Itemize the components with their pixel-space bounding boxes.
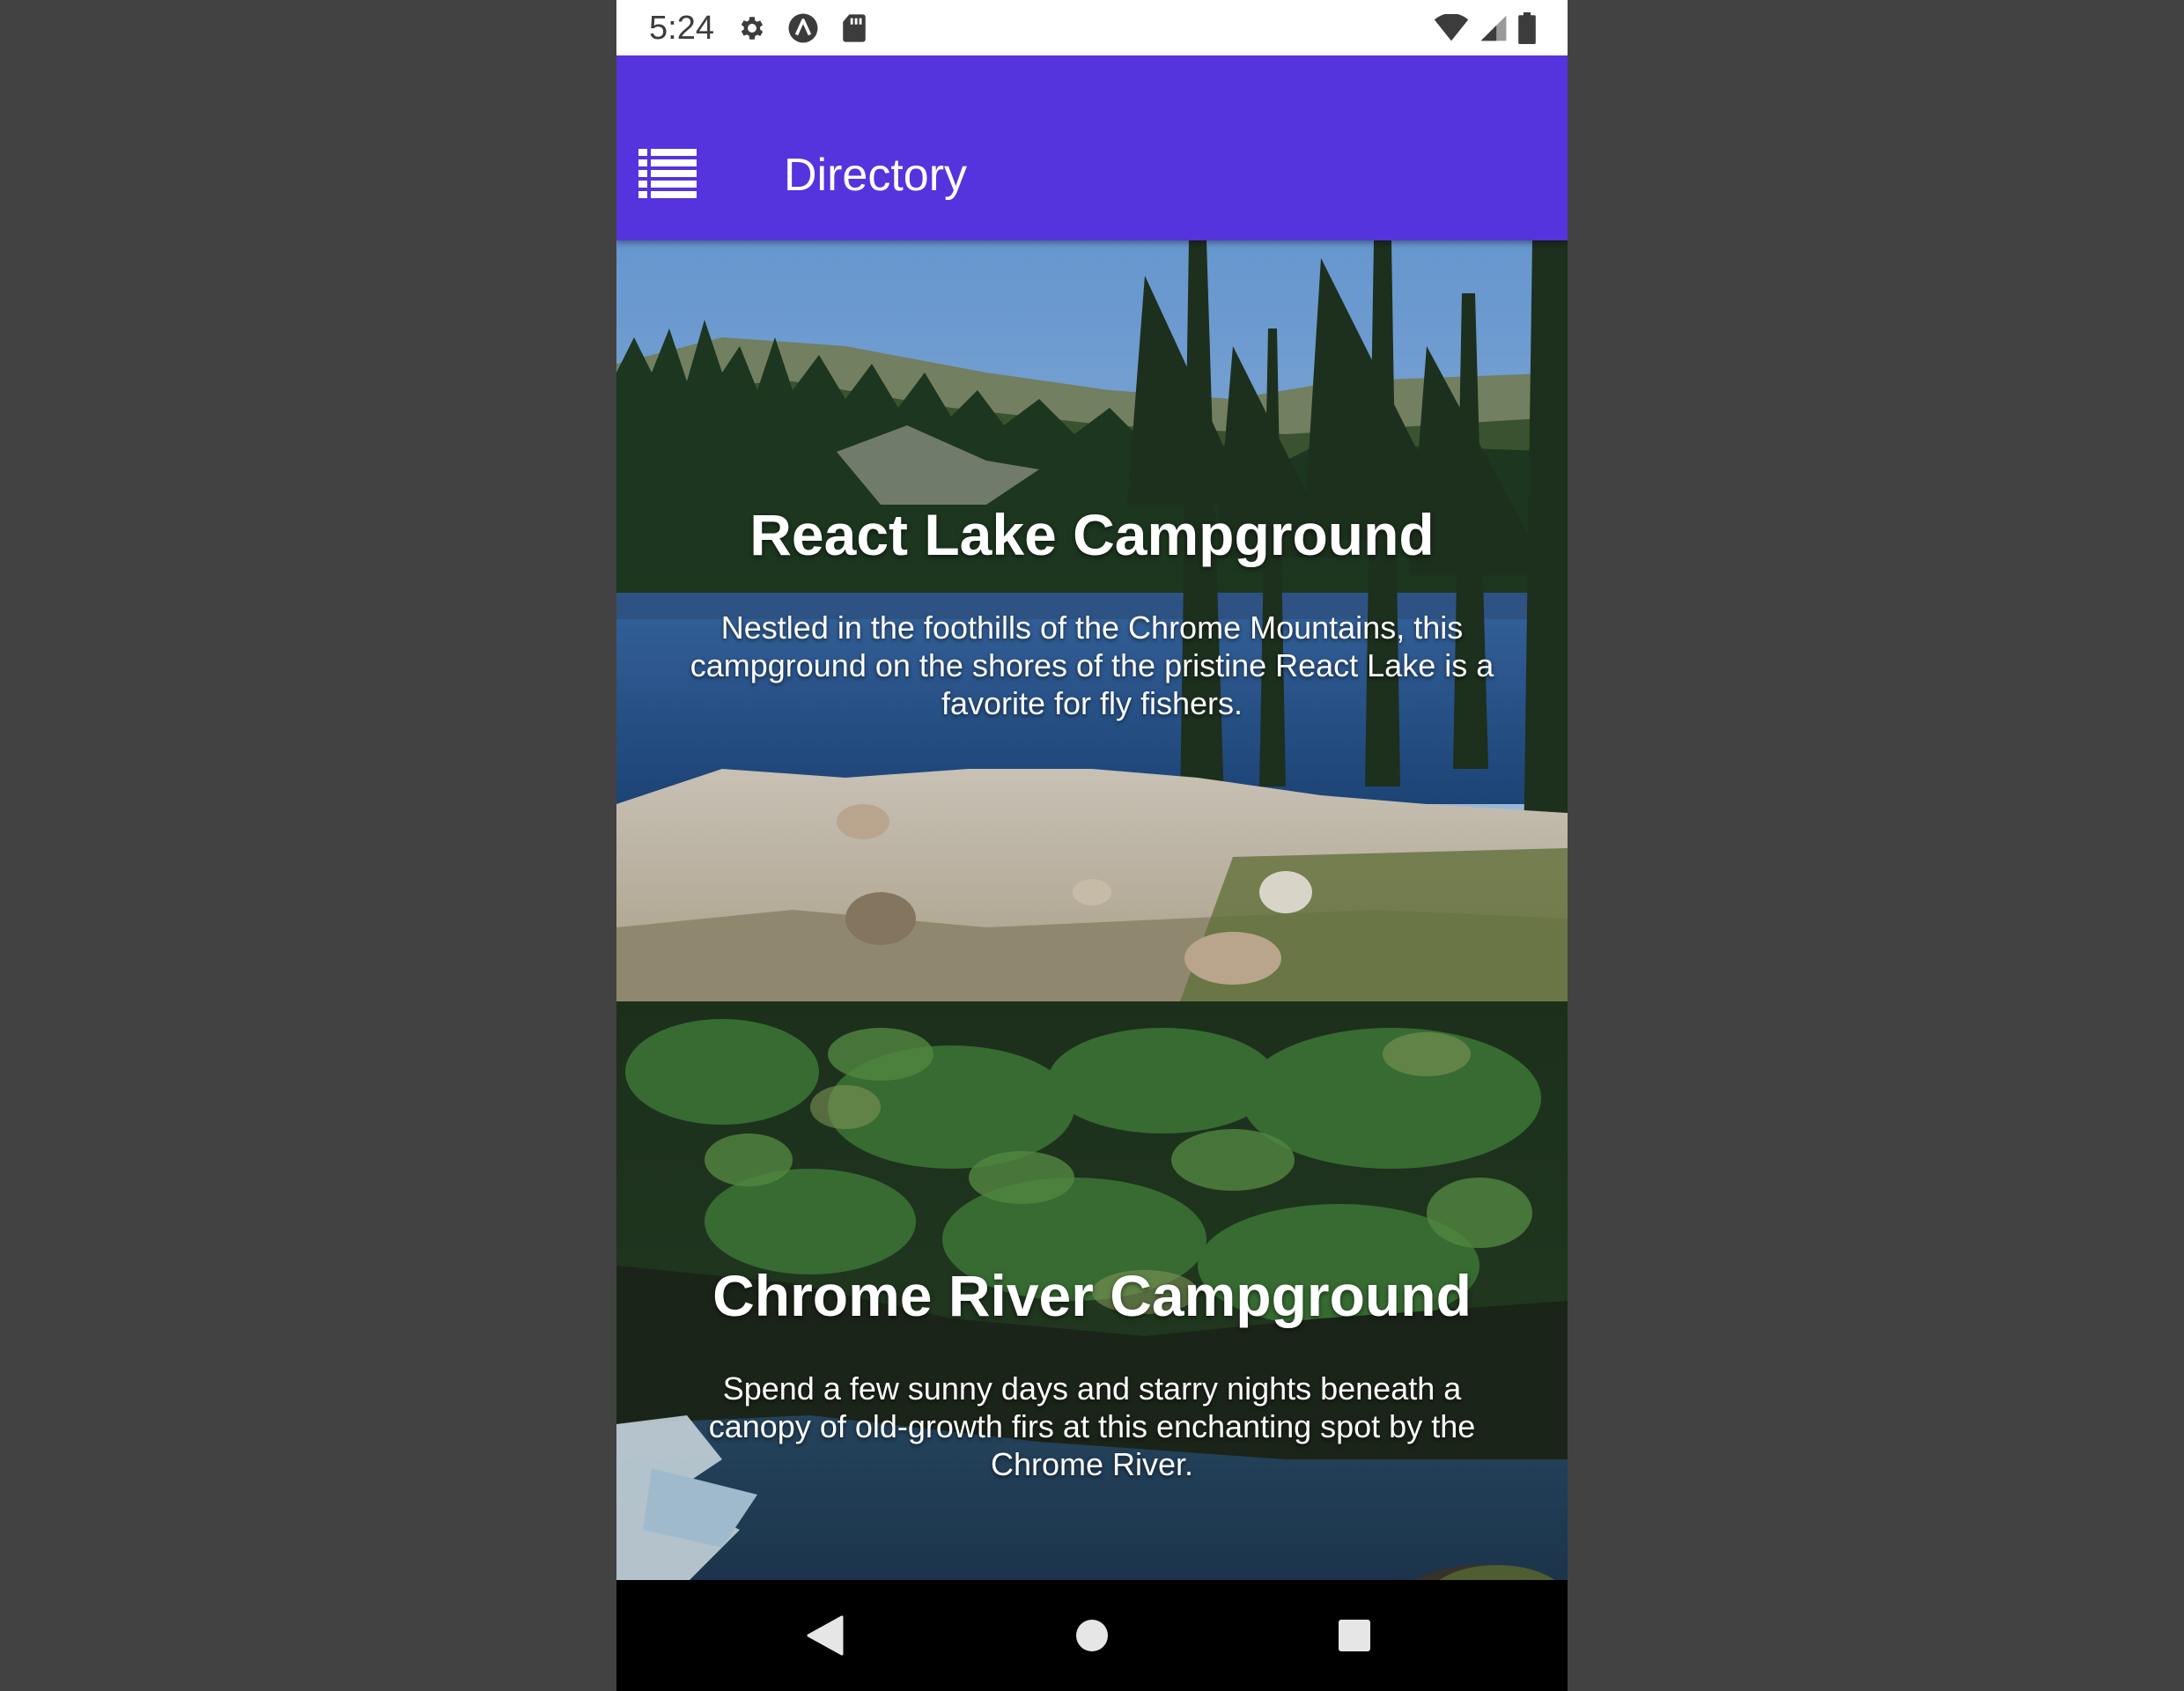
recents-icon[interactable] — [1332, 1613, 1376, 1658]
status-time: 5:24 — [649, 10, 714, 47]
battery-icon — [1518, 12, 1536, 44]
list-icon[interactable] — [638, 149, 697, 198]
status-icons-right — [1423, 12, 1536, 44]
sd-card-icon — [838, 12, 870, 44]
app-bar: Directory — [616, 55, 1568, 240]
campsite-name: React Lake Campground — [749, 502, 1435, 567]
phone-screen: 5:24 Directory React Lake Campground Nes… — [616, 0, 1568, 1691]
campsite-list: React Lake Campground Nestled in the foo… — [616, 240, 1568, 1580]
page-title: Directory — [784, 150, 968, 201]
back-icon[interactable] — [804, 1613, 848, 1658]
campsite-tile[interactable]: Chrome River Campground Spend a few sunn… — [616, 1001, 1568, 1580]
status-bar: 5:24 — [616, 0, 1568, 55]
a-circle-icon — [787, 12, 819, 44]
home-icon[interactable] — [1070, 1613, 1114, 1658]
campsite-tile[interactable]: React Lake Campground Nestled in the foo… — [616, 240, 1568, 1001]
campsite-description: Nestled in the foothills of the Chrome M… — [690, 609, 1494, 721]
status-icons-left — [736, 12, 889, 44]
signal-icon — [1479, 12, 1508, 44]
navigation-bar — [616, 1580, 1568, 1691]
gear-icon — [736, 12, 768, 44]
wifi-icon — [1434, 12, 1469, 44]
campsite-name: Chrome River Campground — [712, 1263, 1472, 1328]
campsite-description: Spend a few sunny days and starry nights… — [708, 1370, 1476, 1482]
